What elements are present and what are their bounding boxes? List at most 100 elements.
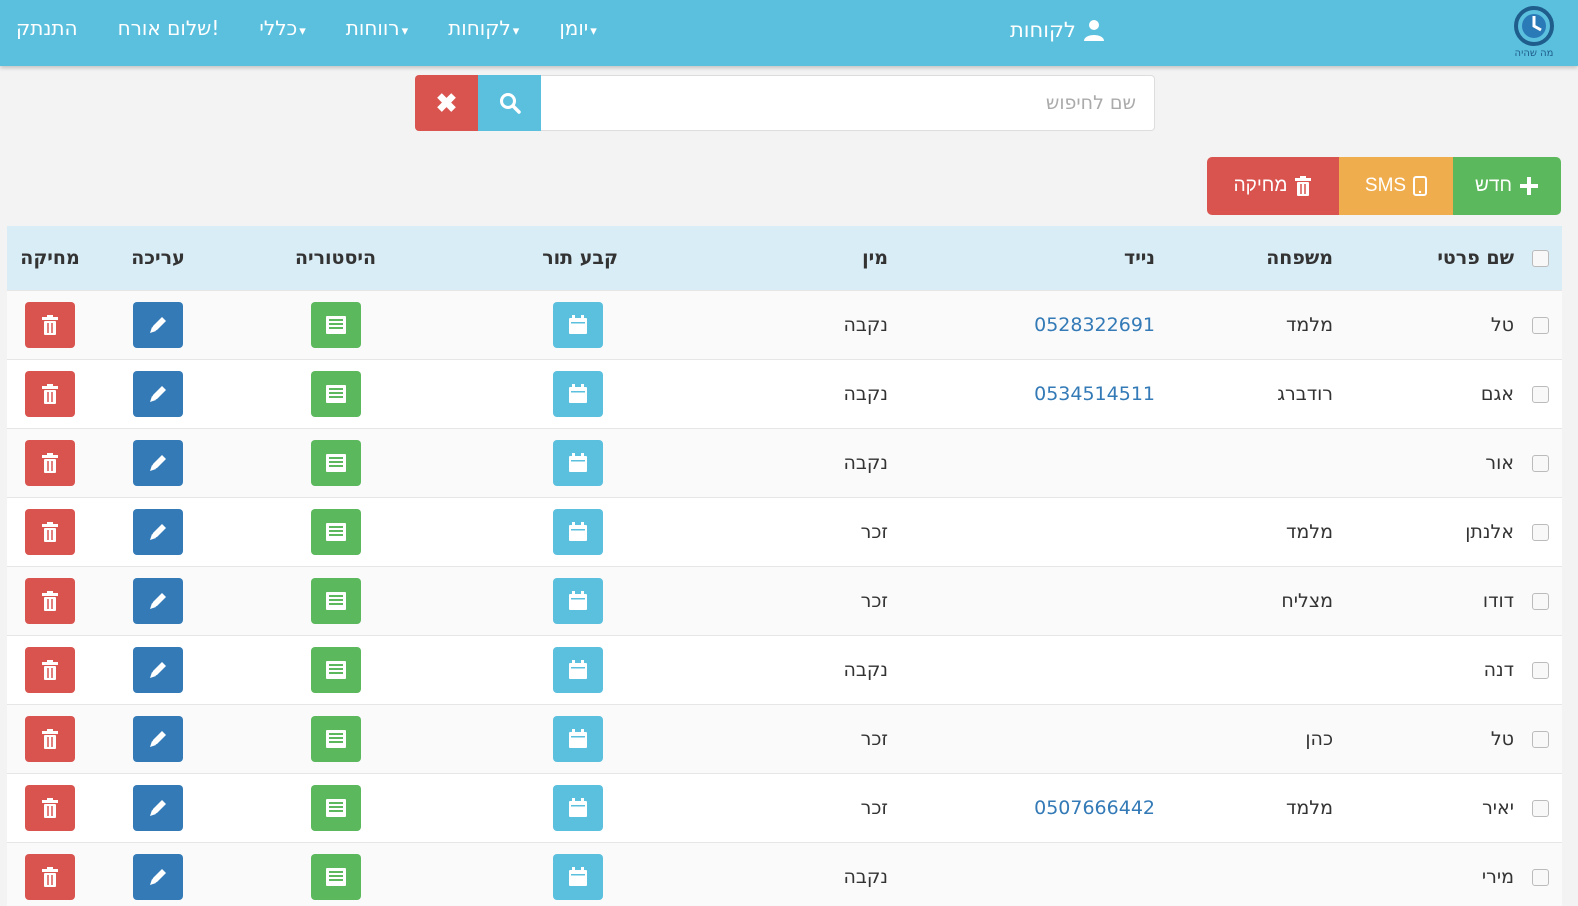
- nav-logout[interactable]: התנתק: [16, 16, 98, 40]
- new-client-button[interactable]: חדש: [1453, 157, 1561, 215]
- row-checkbox[interactable]: [1531, 799, 1549, 817]
- history-button[interactable]: [310, 784, 361, 831]
- history-button[interactable]: [310, 853, 361, 900]
- row-checkbox[interactable]: [1531, 730, 1549, 748]
- set-appointment-button[interactable]: [553, 439, 603, 486]
- cell-history: [223, 566, 448, 635]
- edit-button[interactable]: [133, 715, 183, 762]
- set-appointment-button[interactable]: [553, 853, 603, 900]
- set-appointment-button[interactable]: [553, 784, 603, 831]
- history-button[interactable]: [310, 715, 361, 762]
- row-select-cell: [1518, 290, 1562, 359]
- delete-row-button[interactable]: [25, 853, 75, 900]
- edit-button[interactable]: [133, 508, 183, 555]
- header-history: היסטוריה: [294, 246, 377, 269]
- table-row: דודו מצליח זכר: [7, 566, 1562, 635]
- search-icon: [499, 93, 521, 114]
- header-mobile[interactable]: נייד: [888, 226, 1155, 290]
- history-button[interactable]: [310, 646, 361, 693]
- row-checkbox[interactable]: [1531, 592, 1549, 610]
- edit-button[interactable]: [133, 439, 183, 486]
- row-checkbox[interactable]: [1531, 316, 1549, 334]
- row-checkbox[interactable]: [1531, 454, 1549, 472]
- delete-row-button[interactable]: [25, 508, 75, 555]
- mobile-link[interactable]: 0507666442: [1034, 797, 1155, 819]
- delete-row-button[interactable]: [25, 646, 75, 693]
- history-button[interactable]: [310, 508, 361, 555]
- calendar-icon: [569, 452, 587, 472]
- calendar-icon: [569, 521, 587, 541]
- table-row: טל מלמד 0528322691 נקבה: [7, 290, 1562, 359]
- page-title[interactable]: לקוחות: [1010, 18, 1106, 42]
- list-icon: [325, 315, 346, 334]
- search-button[interactable]: [478, 75, 541, 131]
- history-button[interactable]: [310, 439, 361, 486]
- cell-gender: זכר: [860, 589, 888, 612]
- nav-calendar[interactable]: יומן ▾: [539, 16, 617, 40]
- delete-row-button[interactable]: [25, 439, 75, 486]
- edit-button[interactable]: [133, 784, 183, 831]
- app-logo[interactable]: מה שהיה: [1504, 4, 1564, 62]
- set-appointment-button[interactable]: [553, 715, 603, 762]
- delete-row-button[interactable]: [25, 301, 75, 348]
- cell-history: [223, 359, 448, 428]
- edit-button[interactable]: [133, 646, 183, 693]
- clock-logo-icon: [1514, 6, 1554, 46]
- history-button[interactable]: [310, 577, 361, 624]
- nav-clients[interactable]: לקוחות ▾: [428, 16, 539, 40]
- history-button[interactable]: [310, 370, 361, 417]
- table-row: אלנתן מלמד זכר: [7, 497, 1562, 566]
- edit-button[interactable]: [133, 301, 183, 348]
- cell-history: [223, 635, 448, 704]
- select-all-checkbox[interactable]: [1531, 249, 1549, 267]
- nav-general[interactable]: כללי ▾: [239, 16, 325, 40]
- mobile-link[interactable]: 0534514511: [1034, 383, 1155, 405]
- pencil-icon: [150, 799, 166, 816]
- cell-delete: [7, 566, 93, 635]
- set-appointment-button[interactable]: [553, 508, 603, 555]
- trash-icon: [42, 521, 58, 542]
- set-appointment-button[interactable]: [553, 301, 603, 348]
- nav-logout-label: התנתק: [16, 16, 78, 40]
- trash-icon: [1295, 176, 1312, 196]
- row-checkbox[interactable]: [1531, 385, 1549, 403]
- delete-row-button[interactable]: [25, 715, 75, 762]
- history-button[interactable]: [310, 301, 361, 348]
- row-checkbox[interactable]: [1531, 868, 1549, 886]
- caret-down-icon: ▾: [299, 24, 306, 39]
- header-edit: עריכה: [131, 246, 185, 269]
- cell-appointment: [448, 635, 618, 704]
- delete-row-button[interactable]: [25, 784, 75, 831]
- header-last-name[interactable]: משפחה: [1155, 226, 1333, 290]
- cell-first-name: טל: [1490, 313, 1514, 336]
- set-appointment-button[interactable]: [553, 577, 603, 624]
- cell-gender: זכר: [860, 520, 888, 543]
- search-input[interactable]: [541, 75, 1155, 131]
- cell-history: [223, 290, 448, 359]
- clients-table: שם פרטי משפחה נייד מין קבע תור היסטוריה …: [7, 226, 1562, 906]
- edit-button[interactable]: [133, 853, 183, 900]
- delete-row-button[interactable]: [25, 577, 75, 624]
- sms-button[interactable]: SMS: [1339, 157, 1453, 215]
- calendar-icon: [569, 728, 587, 748]
- set-appointment-button[interactable]: [553, 370, 603, 417]
- search-bar: ✖: [415, 75, 1155, 131]
- header-first-name[interactable]: שם פרטי: [1333, 226, 1518, 290]
- cell-last-name: מלמד: [1286, 796, 1333, 819]
- header-gender[interactable]: מין: [618, 226, 888, 290]
- clear-search-button[interactable]: ✖: [415, 75, 478, 131]
- row-checkbox[interactable]: [1531, 661, 1549, 679]
- mobile-link[interactable]: 0528322691: [1034, 314, 1155, 336]
- edit-button[interactable]: [133, 370, 183, 417]
- cell-delete: [7, 842, 93, 906]
- nav-greeting[interactable]: שלום אורח!: [98, 16, 240, 40]
- set-appointment-button[interactable]: [553, 646, 603, 693]
- row-checkbox[interactable]: [1531, 523, 1549, 541]
- delete-row-button[interactable]: [25, 370, 75, 417]
- cell-edit: [93, 359, 223, 428]
- user-icon: [1083, 20, 1104, 41]
- cell-gender: נקבה: [843, 451, 889, 474]
- edit-button[interactable]: [133, 577, 183, 624]
- bulk-delete-button[interactable]: מחיקה: [1207, 157, 1339, 215]
- nav-profits[interactable]: רווחות ▾: [326, 16, 428, 40]
